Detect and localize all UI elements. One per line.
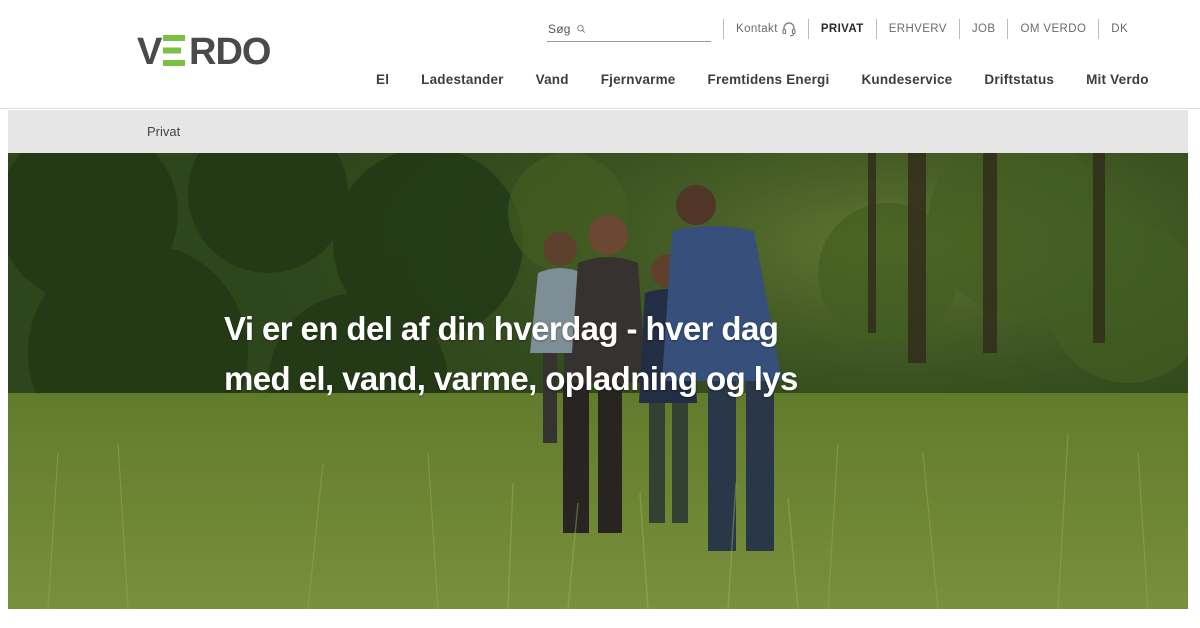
nav-item-vand[interactable]: Vand	[536, 72, 569, 87]
hero-headline-line-1: Vi er en del af din hverdag - hver dag	[224, 310, 779, 347]
utility-bar: Søg Kontakt PRIVAT ERHVERV JOB OM VERDO …	[547, 16, 1140, 42]
headset-icon	[782, 22, 796, 37]
search-icon[interactable]	[576, 22, 585, 36]
language-link[interactable]: DK	[1098, 19, 1140, 39]
breadcrumb[interactable]: Privat	[147, 124, 180, 139]
nav-item-fjernvarme[interactable]: Fjernvarme	[601, 72, 676, 87]
hero-headline: Vi er en del af din hverdag - hver dag m…	[224, 304, 924, 404]
main-nav: El Ladestander Vand Fjernvarme Fremtiden…	[376, 72, 1149, 87]
search-input[interactable]	[591, 21, 711, 36]
nav-item-mit-verdo[interactable]: Mit Verdo	[1086, 72, 1149, 87]
nav-item-ladestander[interactable]: Ladestander	[421, 72, 503, 87]
breadcrumb-bar: Privat	[8, 110, 1188, 153]
contact-label: Kontakt	[736, 23, 778, 35]
verdo-logo[interactable]: V RDO	[137, 30, 277, 70]
contact-link[interactable]: Kontakt	[723, 19, 808, 39]
nav-item-el[interactable]: El	[376, 72, 389, 87]
search-field[interactable]: Søg	[547, 16, 711, 42]
nav-item-kundeservice[interactable]: Kundeservice	[861, 72, 952, 87]
svg-text:V: V	[137, 31, 163, 70]
logo-e-mark	[163, 35, 185, 66]
search-label: Søg	[548, 21, 571, 36]
hero-headline-line-2: med el, vand, varme, opladning og lys	[224, 360, 798, 397]
erhverv-link[interactable]: ERHVERV	[875, 19, 959, 39]
hero-banner: Vi er en del af din hverdag - hver dag m…	[8, 153, 1188, 609]
nav-item-driftstatus[interactable]: Driftstatus	[984, 72, 1054, 87]
privat-link[interactable]: PRIVAT	[807, 19, 876, 39]
page: V RDO Søg Kontakt PRIVAT ERHVERV JOB OM …	[0, 0, 1200, 628]
site-header: V RDO Søg Kontakt PRIVAT ERHVERV JOB OM …	[0, 0, 1200, 109]
svg-text:RDO: RDO	[189, 31, 270, 70]
nav-item-fremtidens-energi[interactable]: Fremtidens Energi	[708, 72, 830, 87]
utility-links: Kontakt PRIVAT ERHVERV JOB OM VERDO DK	[723, 19, 1140, 39]
om-verdo-link[interactable]: OM VERDO	[1007, 19, 1098, 39]
job-link[interactable]: JOB	[958, 19, 1008, 39]
